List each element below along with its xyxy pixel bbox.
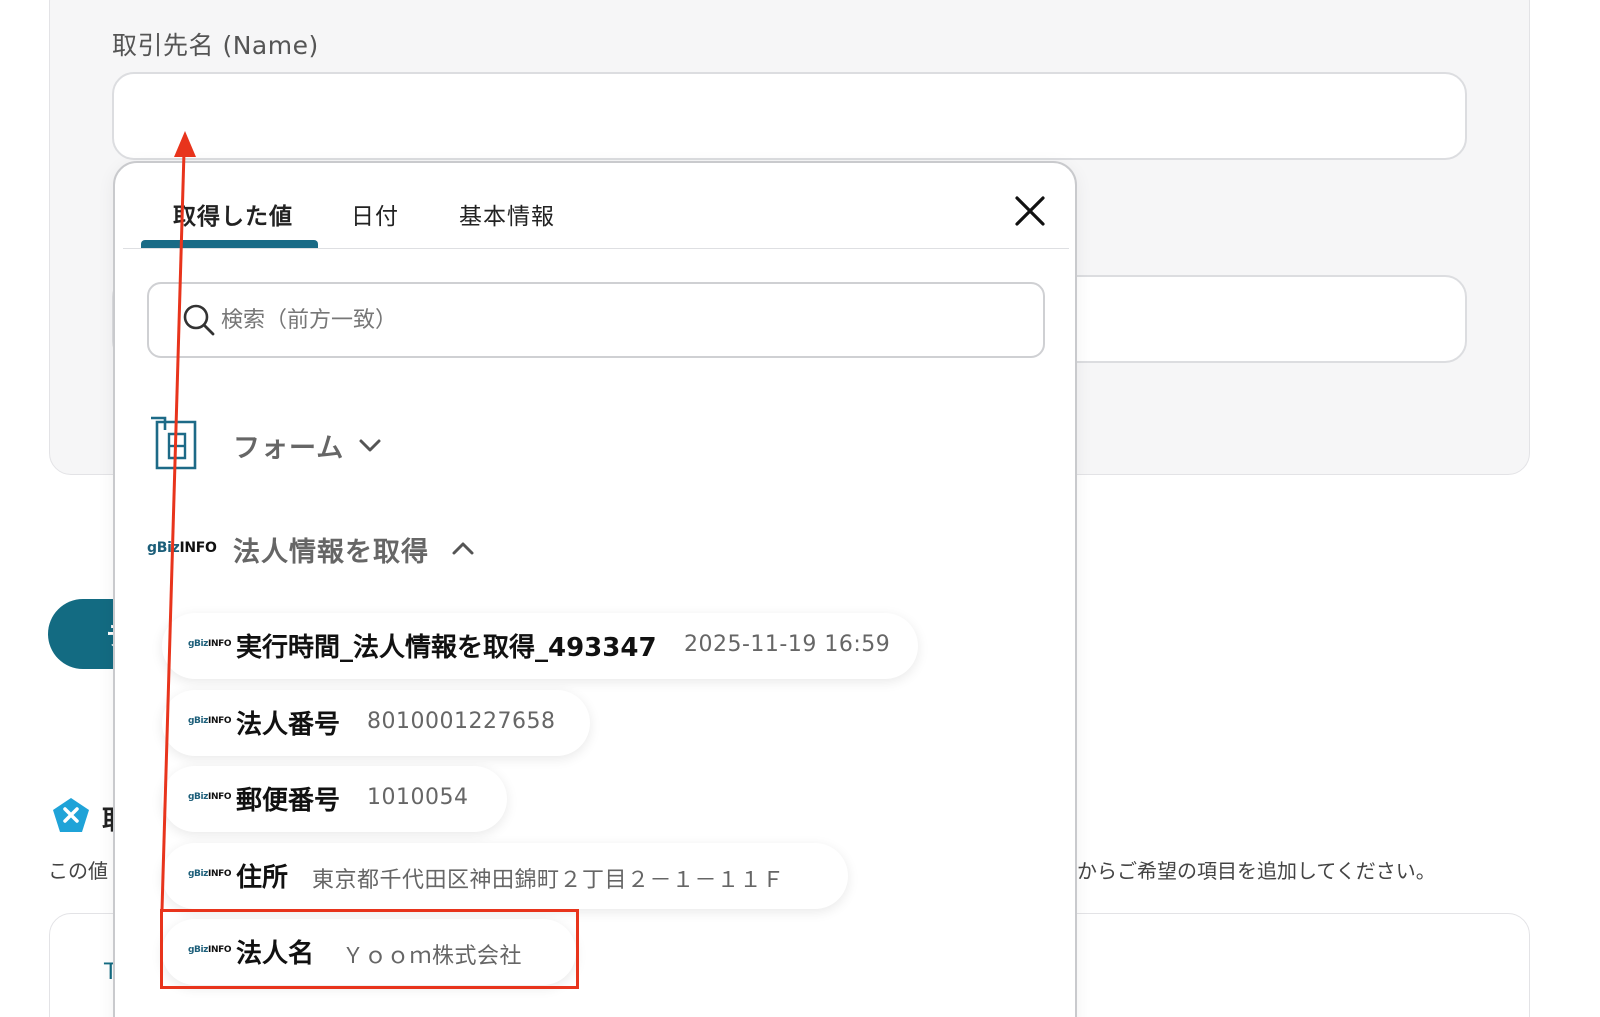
value-item-key: 住所 [236,863,289,893]
value-item-execution-time[interactable]: gBizINFO 実行時間_法人情報を取得_493347 2025-11-19 … [162,613,918,679]
gbizinfo-logo: gBizINFO [188,639,232,649]
group-gbizinfo-label: 法人情報を取得 [233,537,429,568]
chevron-up-icon [452,542,474,555]
name-input[interactable] [112,72,1467,160]
gbizinfo-logo: gBizINFO [188,792,232,802]
close-icon[interactable] [1010,191,1050,231]
name-field-label: 取引先名 (Name) [112,31,319,60]
form-icon [151,416,197,470]
tab-bar: 取得した値 日付 基本情報 [123,163,1069,249]
group-form-header[interactable]: フォーム [147,416,747,476]
tab-basic-info[interactable]: 基本情報 [459,197,555,231]
value-item-key: 法人番号 [236,710,341,740]
value-item-key: 郵便番号 [236,786,341,816]
gbizinfo-logo: gBizINFO [188,869,232,879]
chevron-down-icon [359,439,381,452]
active-tab-indicator [141,240,318,248]
tab-fetched-values[interactable]: 取得した値 [173,197,293,231]
search-input[interactable] [221,294,1021,346]
gbizinfo-logo: gBizINFO [188,716,232,726]
highlight-box [160,909,579,989]
value-item-postal-code[interactable]: gBizINFO 郵便番号 1010054 [162,766,507,832]
group-form-label: フォーム [233,433,345,464]
helper-text-right: からご希望の項目を追加してください。 [1077,859,1436,883]
search-icon [183,304,215,336]
value-item-value: 1010054 [367,785,469,810]
value-item-key: 実行時間_法人情報を取得_493347 [236,633,657,663]
value-item-value: 2025-11-19 16:59 [684,632,891,657]
value-item-value: 東京都千代田区神田錦町２丁目２－１－１１Ｆ [312,868,785,893]
group-gbizinfo-header[interactable]: gBizINFO 法人情報を取得 [147,520,747,580]
value-item-value: 8010001227658 [367,709,556,734]
value-item-address[interactable]: gBizINFO 住所 東京都千代田区神田錦町２丁目２－１－１１Ｆ [162,843,848,909]
search-field [147,282,1045,358]
tab-date[interactable]: 日付 [351,197,399,231]
value-picker-panel: 取得した値 日付 基本情報 フォーム gBizINFO 法人情報を取得 [113,161,1077,1017]
value-item-corporate-number[interactable]: gBizINFO 法人番号 8010001227658 [162,690,590,756]
helper-text-left: この値 [48,859,108,883]
x-app-icon [53,798,89,832]
gbizinfo-logo: gBizINFO [147,540,217,556]
